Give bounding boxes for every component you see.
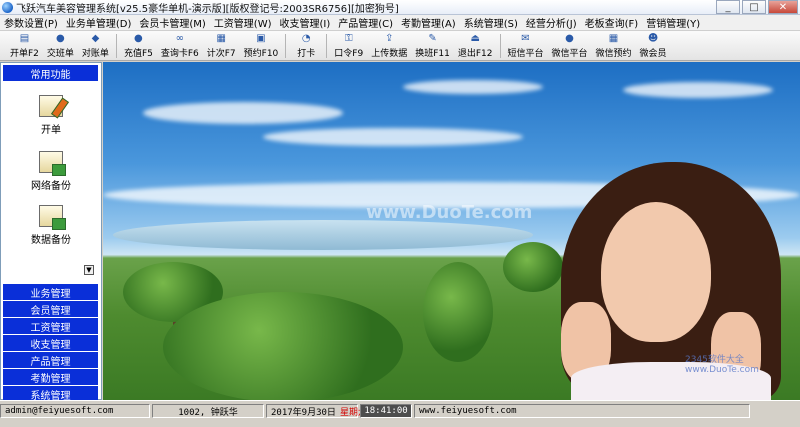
count-icon: ▦ xyxy=(216,33,226,44)
left-panel: 常用功能 开单 网络备份 数据备份 ▼ 业务管理 会员管理 工资管理 收支管理 … xyxy=(0,62,102,403)
toolbar-separator xyxy=(115,34,117,58)
menu-products[interactable]: 产品管理(C) xyxy=(334,15,397,30)
status-website: www.feiyuesoft.com xyxy=(414,404,750,418)
lake xyxy=(113,220,533,250)
nav-business-management[interactable]: 业务管理 xyxy=(3,284,98,300)
scroll-down-arrow[interactable]: ▼ xyxy=(84,265,94,275)
nav-attendance-management[interactable]: 考勤管理 xyxy=(3,369,98,385)
password-button[interactable]: ⚿ 口令F9 xyxy=(330,31,367,59)
menu-member-card[interactable]: 会员卡管理(M) xyxy=(135,15,209,30)
exit-button[interactable]: ⏏ 退出F12 xyxy=(454,31,497,59)
close-button[interactable]: ✕ xyxy=(768,0,798,14)
card-query-icon: ∞ xyxy=(175,33,184,44)
appointment-button[interactable]: ▣ 预约F10 xyxy=(240,31,283,59)
menu-parameters[interactable]: 参数设置(P) xyxy=(0,15,62,30)
menu-finance[interactable]: 收支管理(I) xyxy=(276,15,335,30)
open-order-button[interactable]: ▤ 开单F2 xyxy=(6,31,43,59)
statement-icon: ◆ xyxy=(91,33,100,44)
menu-bar: 参数设置(P) 业务单管理(D) 会员卡管理(M) 工资管理(W) 收支管理(I… xyxy=(0,15,800,31)
upload-data-button[interactable]: ⇪ 上传数据 xyxy=(367,31,411,59)
toolbar-separator xyxy=(499,34,501,58)
toolbar: ▤ 开单F2 ● 交班单 ◆ 对账单 ● 充值F5 ∞ 查询卡F6 ▦ 计次F7… xyxy=(0,31,800,61)
wechat-icon: ● xyxy=(565,33,574,44)
menu-boss-query[interactable]: 老板查询(F) xyxy=(581,15,643,30)
clock-in-button[interactable]: ◔ 打卡 xyxy=(289,31,323,59)
status-bar: admin@feiyuesoft.com 1002, 钟跃华 2017年9月30… xyxy=(0,400,800,427)
wechat-platform-button[interactable]: ● 微信平台 xyxy=(548,31,592,59)
card-query-button[interactable]: ∞ 查询卡F6 xyxy=(157,31,203,59)
window-title: 飞跃汽车美容管理系统[v25.5豪华单机-演示版][版权登记号:2003SR67… xyxy=(16,3,399,15)
function-open-order[interactable]: 开单 xyxy=(1,95,101,136)
function-data-backup[interactable]: 数据备份 xyxy=(1,205,101,246)
open-order-icon: ▤ xyxy=(19,33,30,44)
menu-analysis[interactable]: 经营分析(J) xyxy=(522,15,581,30)
wechat-appointment-icon: ▦ xyxy=(608,33,619,44)
maximize-button[interactable]: □ xyxy=(742,0,766,14)
toolbar-separator xyxy=(326,34,328,58)
shift-change-button[interactable]: ✎ 换班F11 xyxy=(411,31,454,59)
clock-icon: ◔ xyxy=(301,33,311,44)
menu-salary[interactable]: 工资管理(W) xyxy=(210,15,276,30)
cloud xyxy=(263,128,523,146)
open-order-icon xyxy=(39,95,63,117)
recharge-button[interactable]: ● 充值F5 xyxy=(120,31,157,59)
cloud xyxy=(143,102,343,124)
status-time: 18:41:00 xyxy=(360,404,412,418)
appointment-icon: ▣ xyxy=(256,33,266,44)
nav-finance-management[interactable]: 收支管理 xyxy=(3,335,98,351)
handover-button[interactable]: ● 交班单 xyxy=(43,31,78,59)
tree xyxy=(423,262,493,362)
data-backup-icon xyxy=(39,205,66,230)
nav-salary-management[interactable]: 工资管理 xyxy=(3,318,98,334)
sms-icon: ✉ xyxy=(521,33,530,44)
watermark-text: www.DuoTe.com xyxy=(366,202,533,223)
app-logo-icon xyxy=(2,1,13,13)
wechat-appointment-button[interactable]: ▦ 微信预约 xyxy=(592,31,636,59)
common-functions-header: 常用功能 xyxy=(3,65,98,81)
background-picture: www.DuoTe.com 2345软件大全 www.DuoTe.com xyxy=(103,62,800,400)
menu-order-management[interactable]: 业务单管理(D) xyxy=(62,15,136,30)
sms-platform-button[interactable]: ✉ 短信平台 xyxy=(504,31,548,59)
recharge-icon: ● xyxy=(134,33,143,44)
network-backup-icon xyxy=(39,151,66,176)
micro-member-icon: ☻ xyxy=(647,33,659,44)
tree xyxy=(503,242,563,292)
cloud xyxy=(623,82,773,98)
status-date: 2017年9月30日 星期六 xyxy=(266,404,367,418)
toolbar-separator xyxy=(285,34,287,58)
face xyxy=(601,202,711,342)
title-bar: 飞跃汽车美容管理系统[v25.5豪华单机-演示版][版权登记号:2003SR67… xyxy=(0,0,800,15)
window-controls: _ □ ✕ xyxy=(714,0,798,14)
status-operator: 1002, 钟跃华 xyxy=(152,404,264,418)
statement-button[interactable]: ◆ 对账单 xyxy=(78,31,113,59)
handover-icon: ● xyxy=(56,33,65,44)
key-icon: ⚿ xyxy=(344,33,353,44)
minimize-button[interactable]: _ xyxy=(716,0,740,14)
status-user: admin@feiyuesoft.com xyxy=(0,404,150,418)
menu-marketing[interactable]: 营销管理(Y) xyxy=(642,15,704,30)
nav-member-management[interactable]: 会员管理 xyxy=(3,301,98,317)
status-date-text: 2017年9月30日 xyxy=(271,407,336,418)
nav-product-management[interactable]: 产品管理 xyxy=(3,352,98,368)
module-nav: 业务管理 会员管理 工资管理 收支管理 产品管理 考勤管理 系统管理 xyxy=(3,284,98,403)
exit-icon: ⏏ xyxy=(470,33,480,44)
function-network-backup[interactable]: 网络备份 xyxy=(1,151,101,192)
menu-attendance[interactable]: 考勤管理(A) xyxy=(397,15,460,30)
micro-member-button[interactable]: ☻ 微会员 xyxy=(636,31,671,59)
menu-system[interactable]: 系统管理(S) xyxy=(460,15,522,30)
tree xyxy=(163,292,403,400)
shift-change-icon: ✎ xyxy=(428,33,437,44)
corner-watermark: 2345软件大全 www.DuoTe.com xyxy=(685,355,759,375)
cloud xyxy=(403,80,543,94)
count-button[interactable]: ▦ 计次F7 xyxy=(203,31,240,59)
upload-icon: ⇪ xyxy=(385,33,394,44)
